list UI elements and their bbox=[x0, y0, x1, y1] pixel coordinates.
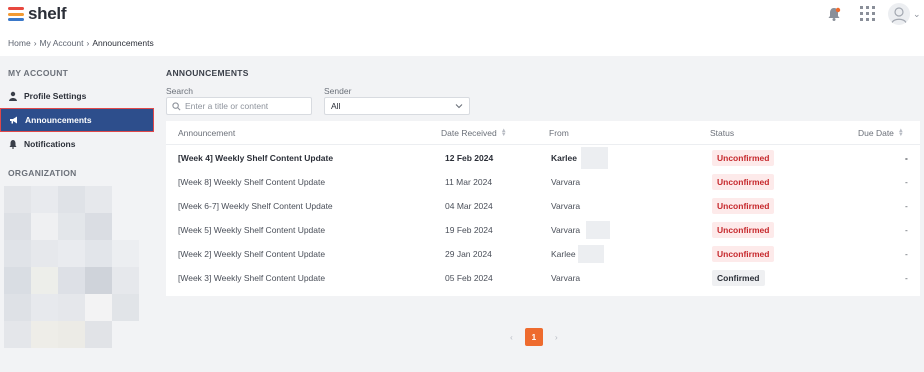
redacted-surname bbox=[581, 147, 608, 169]
organization-tree-blurred bbox=[4, 186, 140, 350]
announcement-title[interactable]: [Week 6-7] Weekly Shelf Content Update bbox=[178, 201, 333, 211]
next-page-button[interactable]: › bbox=[555, 332, 558, 342]
logo-mark-icon bbox=[8, 7, 24, 21]
column-header-from: From bbox=[549, 128, 569, 138]
column-header-status: Status bbox=[710, 128, 735, 138]
prev-page-button[interactable]: ‹ bbox=[510, 332, 513, 342]
page-title: ANNOUNCEMENTS bbox=[166, 68, 249, 78]
announcement-title[interactable]: [Week 4] Weekly Shelf Content Update bbox=[178, 153, 333, 163]
sort-icon[interactable]: ▲ ▼ bbox=[501, 128, 507, 138]
logo-text: shelf bbox=[28, 4, 67, 23]
table-row[interactable]: [Week 2] Weekly Shelf Content Update 29 … bbox=[166, 242, 920, 266]
table-header: Announcement Date Received ▲ ▼ From Statu… bbox=[166, 121, 920, 145]
avatar-person-icon bbox=[891, 7, 907, 24]
pagination: ‹ 1 › bbox=[510, 328, 558, 346]
date-received: 04 Mar 2024 bbox=[445, 201, 493, 211]
notification-bell-icon[interactable] bbox=[826, 6, 842, 22]
table-row[interactable]: [Week 6-7] Weekly Shelf Content Update 0… bbox=[166, 194, 920, 218]
date-received: 05 Feb 2024 bbox=[445, 273, 493, 283]
due-date: - bbox=[905, 153, 908, 163]
user-icon bbox=[9, 91, 17, 101]
breadcrumb-my-account[interactable]: My Account bbox=[40, 38, 84, 48]
apps-grid-icon[interactable] bbox=[860, 6, 875, 21]
status-badge: Confirmed bbox=[712, 270, 765, 286]
search-field[interactable] bbox=[166, 97, 312, 115]
table-row[interactable]: [Week 4] Weekly Shelf Content Update 12 … bbox=[166, 146, 920, 170]
shelf-logo[interactable]: shelf bbox=[8, 4, 66, 24]
sidebar-item-label: Notifications bbox=[24, 139, 76, 149]
date-received: 19 Feb 2024 bbox=[445, 225, 493, 235]
status-badge: Unconfirmed bbox=[712, 198, 775, 214]
status-badge: Unconfirmed bbox=[712, 222, 775, 238]
announcements-table: Announcement Date Received ▲ ▼ From Statu… bbox=[166, 121, 920, 296]
sender-name: Varvara bbox=[551, 273, 581, 283]
date-received: 12 Feb 2024 bbox=[445, 153, 494, 163]
bell-icon bbox=[9, 140, 17, 149]
user-avatar[interactable] bbox=[888, 3, 910, 25]
column-header-date-received[interactable]: Date Received ▲ ▼ bbox=[441, 128, 507, 138]
search-input[interactable] bbox=[185, 101, 305, 111]
date-received: 29 Jan 2024 bbox=[445, 249, 492, 259]
breadcrumb-current: Announcements bbox=[92, 38, 154, 48]
search-label: Search bbox=[166, 86, 193, 96]
redacted-surname bbox=[578, 245, 604, 263]
due-date: - bbox=[905, 273, 908, 283]
due-date: - bbox=[905, 225, 908, 235]
sender-name: Varvara bbox=[551, 225, 581, 235]
announcement-title[interactable]: [Week 2] Weekly Shelf Content Update bbox=[178, 249, 325, 259]
chevron-down-icon bbox=[455, 104, 463, 109]
column-header-announcement: Announcement bbox=[178, 128, 236, 138]
date-received: 11 Mar 2024 bbox=[445, 177, 493, 187]
status-badge: Unconfirmed bbox=[712, 246, 775, 262]
megaphone-icon bbox=[10, 116, 17, 124]
sender-name: Varvara bbox=[551, 177, 581, 187]
sidebar-item-profile-settings[interactable]: Profile Settings bbox=[0, 84, 154, 108]
redacted-surname bbox=[586, 221, 610, 239]
table-row[interactable]: [Week 5] Weekly Shelf Content Update 19 … bbox=[166, 218, 920, 242]
status-badge: Unconfirmed bbox=[712, 150, 775, 166]
sort-icon[interactable]: ▲ ▼ bbox=[898, 128, 904, 138]
my-account-heading: MY ACCOUNT bbox=[8, 68, 69, 78]
avatar-chevron-down-icon[interactable]: ⌄ bbox=[913, 9, 921, 20]
top-bar: shelf ⌄ bbox=[0, 0, 924, 30]
table-row[interactable]: [Week 3] Weekly Shelf Content Update 05 … bbox=[166, 266, 920, 290]
sender-select[interactable]: All bbox=[324, 97, 470, 115]
announcement-title[interactable]: [Week 3] Weekly Shelf Content Update bbox=[178, 273, 325, 283]
sender-name: Karlee bbox=[551, 153, 577, 163]
announcement-title[interactable]: [Week 5] Weekly Shelf Content Update bbox=[178, 225, 325, 235]
search-icon bbox=[172, 101, 181, 110]
column-header-due-date[interactable]: Due Date ▲ ▼ bbox=[858, 128, 904, 138]
announcement-title[interactable]: [Week 8] Weekly Shelf Content Update bbox=[178, 177, 325, 187]
breadcrumb-separator: › bbox=[86, 38, 90, 48]
sidebar-item-notifications[interactable]: Notifications bbox=[0, 132, 154, 156]
breadcrumb-home[interactable]: Home bbox=[8, 38, 31, 48]
organization-heading: ORGANIZATION bbox=[8, 168, 77, 178]
sender-label: Sender bbox=[324, 86, 352, 96]
sidebar-item-announcements[interactable]: Announcements bbox=[0, 108, 154, 132]
table-row[interactable]: [Week 8] Weekly Shelf Content Update 11 … bbox=[166, 170, 920, 194]
breadcrumb-separator: › bbox=[33, 38, 37, 48]
sender-name: Varvara bbox=[551, 201, 581, 211]
due-date: - bbox=[905, 201, 908, 211]
sidebar-item-label: Profile Settings bbox=[24, 91, 87, 101]
due-date: - bbox=[905, 249, 908, 259]
page-button-current[interactable]: 1 bbox=[524, 328, 543, 346]
sidebar-item-label: Announcements bbox=[25, 115, 92, 125]
status-badge: Unconfirmed bbox=[712, 174, 775, 190]
sender-name: Karlee bbox=[551, 249, 576, 259]
sender-select-value: All bbox=[331, 101, 341, 111]
due-date: - bbox=[905, 177, 908, 187]
breadcrumb: Home › My Account › Announcements bbox=[0, 30, 924, 56]
